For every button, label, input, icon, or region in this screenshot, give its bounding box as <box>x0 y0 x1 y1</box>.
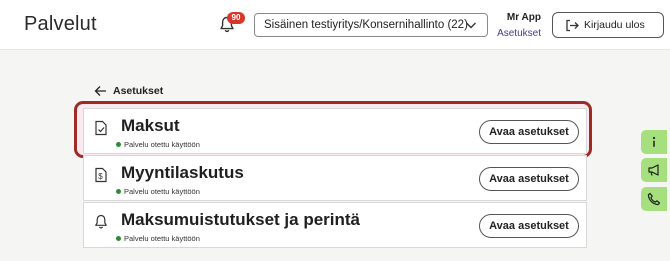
invoice-dollar-icon: $ <box>95 167 107 183</box>
service-card-maksut: Maksut Palvelu otettu käyttöön Avaa aset… <box>83 108 587 154</box>
status-dot <box>116 236 121 241</box>
chevron-down-icon <box>466 22 476 29</box>
back-link-label: Asetukset <box>113 85 164 97</box>
settings-link[interactable]: Asetukset <box>497 28 541 39</box>
feedback-button[interactable] <box>641 158 667 182</box>
svg-text:$: $ <box>98 172 103 181</box>
service-title: Maksut <box>121 116 180 135</box>
bell-icon <box>95 214 107 229</box>
logout-button[interactable]: Kirjaudu ulos <box>552 12 664 38</box>
company-select-value: Sisäinen testiyritys/Konsernihallinto (2… <box>264 19 468 31</box>
status-dot <box>116 189 121 194</box>
status-dot <box>116 142 121 147</box>
info-button[interactable] <box>641 130 667 154</box>
service-card-myyntilaskutus: $ Myyntilaskutus Palvelu otettu käyttöön… <box>83 155 587 201</box>
company-select[interactable]: Sisäinen testiyritys/Konsernihallinto (2… <box>254 13 488 37</box>
service-card-maksumuistutukset: Maksumuistutukset ja perintä Palvelu ote… <box>83 202 587 248</box>
megaphone-icon <box>648 164 659 176</box>
info-icon <box>652 136 656 147</box>
document-check-icon <box>95 120 107 136</box>
service-title: Maksumuistutukset ja perintä <box>121 210 361 229</box>
logout-label: Kirjaudu ulos <box>584 19 645 31</box>
phone-icon <box>647 192 661 206</box>
notification-count-badge: 90 <box>227 12 245 24</box>
arrow-left-icon <box>94 86 106 96</box>
service-status: Palvelu otettu käyttöön <box>124 234 200 243</box>
logout-icon <box>566 19 579 32</box>
contact-button[interactable] <box>641 187 667 211</box>
top-bar: Palvelut 90 Sisäinen testiyritys/Konsern… <box>0 0 670 50</box>
open-settings-button[interactable]: Avaa asetukset <box>479 167 579 191</box>
open-settings-button[interactable]: Avaa asetukset <box>479 214 579 238</box>
user-name: Mr App <box>506 12 541 23</box>
service-status: Palvelu otettu käyttöön <box>124 140 200 149</box>
app-title: Palvelut <box>24 13 97 35</box>
open-settings-button[interactable]: Avaa asetukset <box>479 120 579 144</box>
service-title: Myyntilaskutus <box>121 163 244 182</box>
service-status: Palvelu otettu käyttöön <box>124 187 200 196</box>
